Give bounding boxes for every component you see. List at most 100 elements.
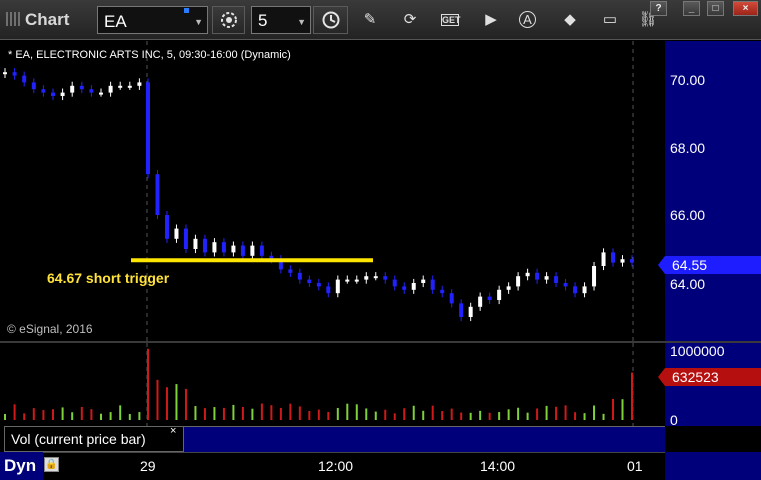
- candle-body: [506, 286, 511, 290]
- chevron-down-icon[interactable]: ▼: [297, 17, 306, 27]
- candle-body: [146, 82, 150, 175]
- candle-body: [89, 89, 94, 93]
- clock-button[interactable]: [313, 6, 348, 34]
- candle-body: [155, 174, 160, 215]
- candle-body: [392, 279, 397, 287]
- candle-body: [440, 289, 445, 294]
- symbol-flag-icon: [184, 8, 189, 13]
- price-tick-label: 68.00: [670, 140, 706, 156]
- candle-body: [79, 85, 84, 90]
- candle-body: [297, 272, 302, 280]
- candle-body: [3, 72, 7, 75]
- time-axis[interactable]: [0, 452, 761, 480]
- trigger-annotation: 64.67 short trigger: [47, 270, 170, 286]
- candle-body: [60, 92, 65, 96]
- minimize-button[interactable]: _: [683, 1, 700, 16]
- settings-gear-button[interactable]: [212, 6, 245, 34]
- candle-body: [259, 245, 264, 256]
- candle-body: [497, 289, 502, 300]
- chevron-down-icon[interactable]: ▼: [194, 17, 203, 27]
- mode-label[interactable]: Dyn: [0, 452, 43, 480]
- candle-body: [563, 283, 568, 287]
- eraser-icon[interactable]: ◆: [560, 11, 580, 29]
- maximize-button[interactable]: □: [707, 1, 724, 16]
- candle-body: [70, 85, 75, 93]
- candle-body: [202, 238, 207, 253]
- candle-body: [250, 245, 255, 256]
- candle-body: [430, 279, 435, 290]
- candle-body: [221, 242, 226, 253]
- candle-body: [573, 286, 578, 294]
- candle-body: [487, 296, 492, 300]
- copyright-text: © eSignal, 2016: [7, 322, 93, 336]
- time-tick-label: 29: [140, 458, 156, 474]
- play-icon[interactable]: ▶: [481, 11, 501, 29]
- comment-icon[interactable]: ▭: [600, 11, 620, 29]
- candle-body: [478, 296, 483, 307]
- candle-body: [630, 259, 634, 263]
- close-button[interactable]: ×: [733, 1, 758, 16]
- candle-body: [364, 276, 369, 280]
- chart-caption: * EA, ELECTRONIC ARTS INC, 5, 09:30-16:0…: [8, 49, 291, 61]
- candle-body: [164, 215, 169, 239]
- candle-body: [354, 279, 359, 282]
- price-tick-label: 64.00: [670, 276, 706, 292]
- time-tick-label: 12:00: [318, 458, 354, 474]
- candle-body: [535, 272, 540, 280]
- candle-body: [193, 238, 198, 249]
- candle-body: [525, 272, 530, 277]
- volume-tick-label: 1000000: [670, 343, 725, 359]
- candle-body: [383, 276, 388, 280]
- time-tick-label: 01: [627, 458, 643, 474]
- candle-body: [554, 276, 559, 283]
- volume-tick-label: 0: [670, 412, 678, 428]
- candle-body: [108, 85, 113, 93]
- candle-body: [601, 252, 606, 266]
- candle-body: [411, 283, 416, 290]
- volume-chart-svg: [4, 343, 634, 426]
- candle-body: [240, 245, 245, 256]
- candle-body: [51, 92, 55, 96]
- candle-body: [137, 82, 142, 86]
- candle-body: [468, 306, 473, 317]
- clock-icon: [322, 11, 340, 29]
- price-tick-label: 70.00: [670, 72, 706, 88]
- volume-study-label[interactable]: Vol (current price bar): [4, 426, 184, 452]
- candle-body: [231, 245, 236, 253]
- candle-body: [307, 279, 312, 283]
- last-price-tag: 64.55: [658, 256, 761, 274]
- alert-icon[interactable]: A: [519, 11, 536, 28]
- candle-body: [174, 228, 179, 239]
- candle-body: [620, 259, 625, 263]
- candle-body: [212, 242, 217, 253]
- price-tick-label: 66.00: [670, 207, 706, 223]
- app-title: Chart: [6, 10, 69, 30]
- candle-body: [335, 279, 340, 294]
- candle-body: [402, 286, 407, 290]
- candle-body: [449, 293, 454, 304]
- close-icon[interactable]: ×: [170, 425, 176, 437]
- candle-body: [288, 269, 293, 273]
- price-chart-svg: [3, 41, 634, 341]
- candle-body: [12, 72, 17, 76]
- candle-body: [41, 89, 46, 93]
- candle-body: [592, 266, 597, 287]
- candle-body: [118, 85, 123, 88]
- candle-body: [31, 82, 36, 90]
- lock-icon[interactable]: 🔒: [44, 457, 59, 472]
- gear-icon: [221, 12, 237, 28]
- interval-input[interactable]: 5 ▼: [251, 6, 311, 34]
- last-volume-tag: 632523: [658, 368, 761, 386]
- get-icon[interactable]: GET: [441, 14, 461, 26]
- candle-body: [326, 286, 331, 294]
- study-bar: [184, 426, 665, 452]
- pencil-icon[interactable]: ✎: [360, 11, 380, 29]
- candle-body: [316, 283, 321, 287]
- candle-body: [127, 85, 132, 88]
- help-button[interactable]: ?: [650, 1, 667, 16]
- candle-body: [183, 228, 188, 249]
- symbol-input[interactable]: EA ▼: [97, 6, 208, 34]
- refresh-icon[interactable]: ⟳: [400, 11, 420, 29]
- candle-body: [582, 286, 587, 294]
- chart-app-icon: [6, 12, 20, 26]
